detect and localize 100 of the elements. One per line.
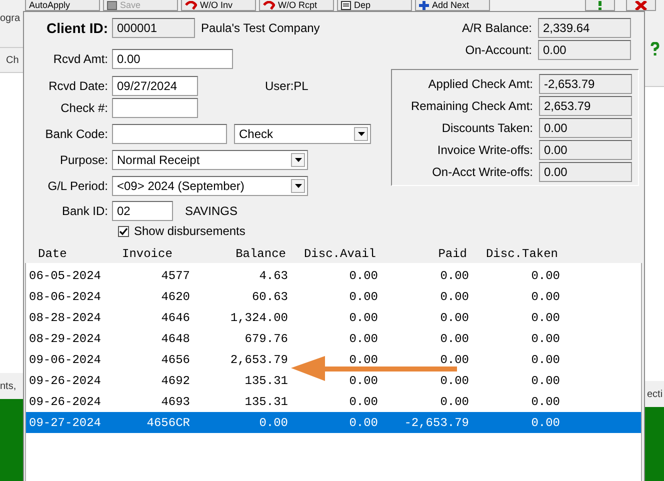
table-cell-text: 0.00 xyxy=(530,374,560,388)
column-header[interactable]: Invoice xyxy=(98,246,188,260)
table-cell-text: -2,653.79 xyxy=(403,416,469,430)
bank-name: SAVINGS xyxy=(185,204,238,218)
table-cell-text: 06-05-2024 xyxy=(28,268,100,282)
client-id-field: 000001 xyxy=(112,18,195,38)
toolbar-button[interactable]: AutoApply xyxy=(25,0,100,11)
table-cell-text: 135.31 xyxy=(244,374,288,388)
table-cell-text: 2,653.79 xyxy=(229,352,288,366)
table-cell-text: 4577 xyxy=(160,268,190,282)
table-cell-text: 0.00 xyxy=(348,352,378,366)
field-label: Bank Code: xyxy=(44,127,109,141)
field-label: Rcvd Amt: xyxy=(52,52,109,66)
document-icon xyxy=(341,0,351,10)
toolbar-button[interactable]: Dep xyxy=(337,0,412,11)
checkbox[interactable] xyxy=(118,226,129,236)
table-cell-text: 0.00 xyxy=(348,374,378,388)
close-icon xyxy=(635,0,647,10)
background-text: Ch xyxy=(6,54,19,66)
field-label: Bank ID: xyxy=(60,204,109,218)
table-row[interactable]: 08-06-2024 4620 60.63 0.00 0.00 0.00 xyxy=(26,286,641,307)
field-label: A/R Balance: xyxy=(462,21,532,35)
field-label: Invoice Write-offs: xyxy=(437,143,533,157)
table-cell-text: 679.76 xyxy=(244,332,288,346)
input-field[interactable]: 02 xyxy=(112,201,173,221)
table-cell-text: 0.00 xyxy=(439,268,469,282)
column-header[interactable]: Disc.Avail xyxy=(286,246,376,260)
table-row[interactable]: 09-27-2024 4656CR 0.00 0.00 -2,653.79 0.00 xyxy=(26,412,641,433)
input-field[interactable] xyxy=(112,98,198,118)
plus-icon xyxy=(419,0,429,10)
table-cell-text: 0.00 xyxy=(439,394,469,408)
table-cell-text: 0.00 xyxy=(348,268,378,282)
input-field[interactable]: 0.00 xyxy=(112,49,233,69)
help-button[interactable] xyxy=(585,0,615,11)
table-cell-text: 0.00 xyxy=(439,290,469,304)
table-cell-text: 0.00 xyxy=(439,352,469,366)
table-cell-text: 0.00 xyxy=(530,310,560,324)
table-cell-text: 0.00 xyxy=(530,352,560,366)
table-cell-text: 4693 xyxy=(160,394,190,408)
user-label: User:PL xyxy=(265,79,308,93)
table-cell-text: 60.63 xyxy=(250,290,288,304)
dropdown-arrow-icon xyxy=(294,158,302,162)
toolbar-button[interactable]: W/O Rcpt xyxy=(259,0,334,11)
toolbar-button[interactable]: Add Next xyxy=(415,0,490,11)
table-cell-text: 1,324.00 xyxy=(229,310,288,324)
dropdown-arrow-icon xyxy=(358,132,364,136)
field-label: Purpose: xyxy=(58,153,109,167)
table-cell-text: 09-26-2024 xyxy=(28,374,100,388)
balance-field: 2,339.64 xyxy=(538,18,631,38)
table-row[interactable]: 09-26-2024 4693 135.31 0.00 0.00 0.00 xyxy=(26,391,641,412)
background-text: ogra xyxy=(0,13,20,24)
table-cell-text: 0.00 xyxy=(348,290,378,304)
amount-field: 0.00 xyxy=(539,162,632,182)
table-cell-text: 4692 xyxy=(160,374,190,388)
column-header[interactable]: Paid xyxy=(376,246,467,260)
table-cell-text: 0.00 xyxy=(530,394,560,408)
table-cell-text: 09-06-2024 xyxy=(28,352,100,366)
table-cell-text: 08-28-2024 xyxy=(28,310,100,324)
table-cell-text: 0.00 xyxy=(530,416,560,430)
toolbar-button[interactable]: W/O Inv xyxy=(181,0,256,11)
table-cell-text: 0.00 xyxy=(348,394,378,408)
table-cell-text: 0.00 xyxy=(439,332,469,346)
field-label: Applied Check Amt: xyxy=(428,77,533,91)
date-field[interactable]: 09/27/2024 xyxy=(112,76,198,96)
table-row[interactable]: 09-26-2024 4692 135.31 0.00 0.00 0.00 xyxy=(26,370,641,391)
column-header[interactable]: Balance xyxy=(188,246,286,260)
table-cell-text: 0.00 xyxy=(348,416,378,430)
table-row[interactable]: 08-29-2024 4648 679.76 0.00 0.00 0.00 xyxy=(26,328,641,349)
company-name: Paula's Test Company xyxy=(201,21,320,35)
table-row[interactable]: 09-06-2024 4656 2,653.79 0.00 0.00 0.00 xyxy=(26,349,641,370)
table-cell-text: 4656 xyxy=(160,352,190,366)
table-row[interactable]: 06-05-2024 4577 4.63 0.00 0.00 0.00 xyxy=(26,265,641,286)
purpose-dropdown[interactable]: Normal Receipt xyxy=(112,150,308,170)
table-cell-text: 0.00 xyxy=(530,290,560,304)
column-header[interactable]: Date xyxy=(24,246,98,260)
table-cell-text: 0.00 xyxy=(348,332,378,346)
close-button[interactable] xyxy=(626,0,656,11)
table-cell-text: 0.00 xyxy=(348,310,378,324)
table-cell-text: 08-06-2024 xyxy=(28,290,100,304)
field-label: G/L Period: xyxy=(46,179,109,193)
amount-field: 0.00 xyxy=(539,118,632,138)
table-cell-text: 0.00 xyxy=(530,332,560,346)
table-cell-text: 0.00 xyxy=(530,268,560,282)
column-header[interactable]: Disc.Taken xyxy=(467,246,558,260)
table-row[interactable]: 08-28-2024 4646 1,324.00 0.00 0.00 0.00 xyxy=(26,307,641,328)
table-cell-text: 0.00 xyxy=(258,416,288,430)
table-cell-text: 4620 xyxy=(160,290,190,304)
table-cell-text: 4.63 xyxy=(258,268,288,282)
table-cell-text: 0.00 xyxy=(439,310,469,324)
period-dropdown[interactable]: <09> 2024 (September) xyxy=(112,176,308,196)
amount-field: 2,653.79 xyxy=(539,96,632,116)
payment-type-dropdown[interactable]: Check xyxy=(234,124,371,144)
table-cell-text: 09-27-2024 xyxy=(28,416,100,430)
table-cell-text: 4646 xyxy=(160,310,190,324)
input-field[interactable] xyxy=(112,124,227,144)
background-text: ecti xyxy=(647,388,663,400)
table-cell-text: 0.00 xyxy=(439,374,469,388)
table-cell-text: 135.31 xyxy=(244,394,288,408)
field-label: On-Account: xyxy=(465,43,532,57)
amount-field: -2,653.79 xyxy=(539,74,632,94)
